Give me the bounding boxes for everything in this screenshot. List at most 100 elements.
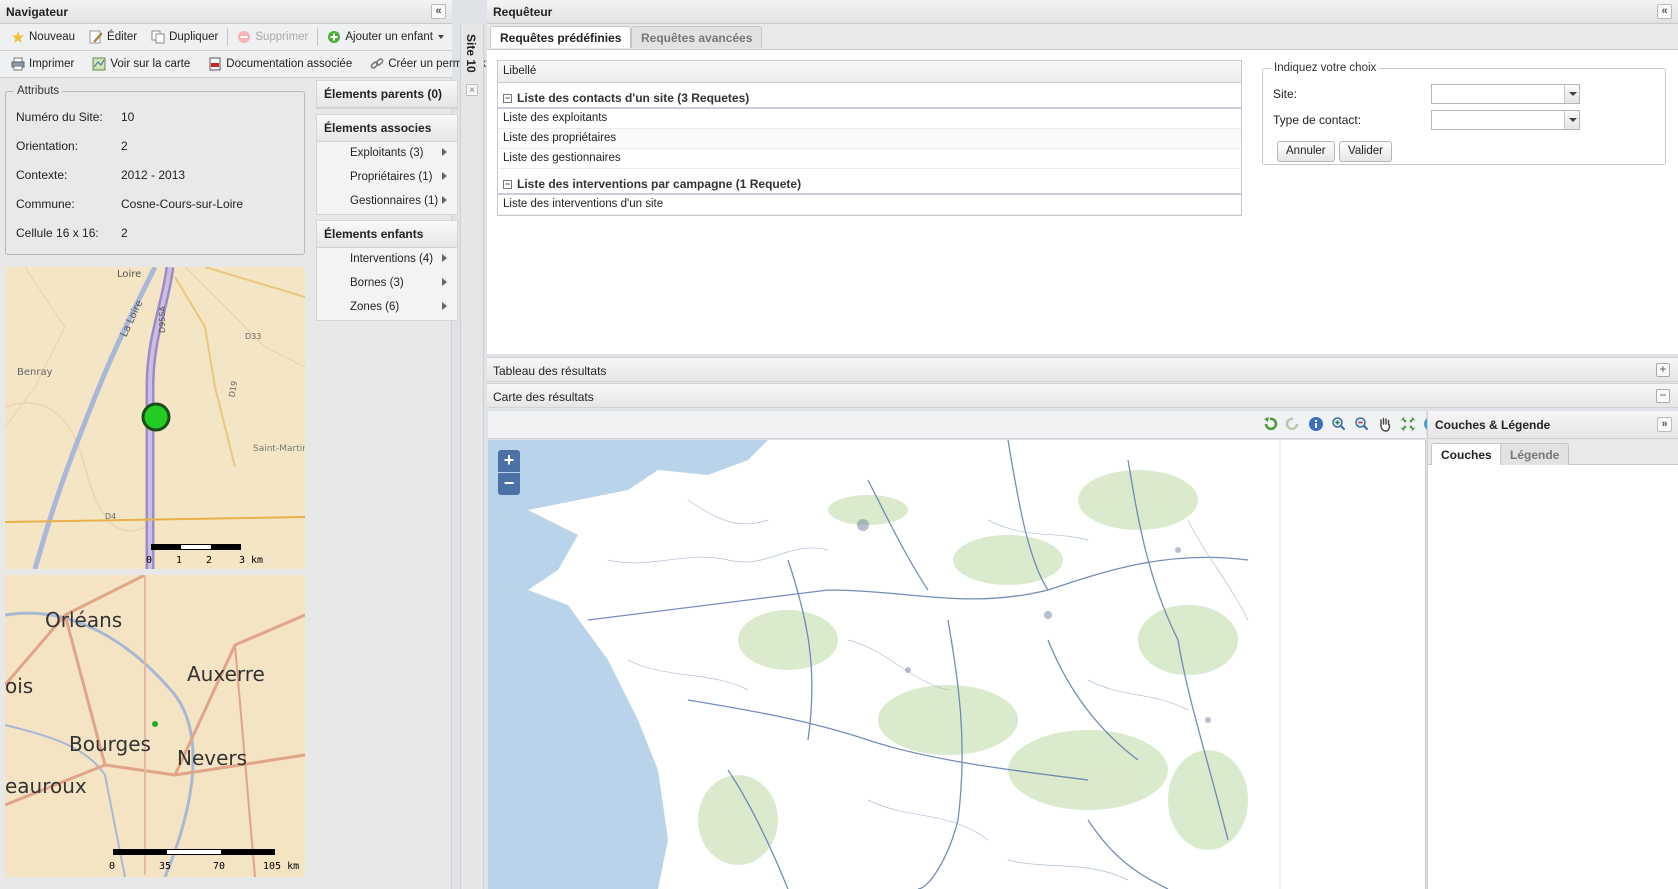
chevron-down-icon[interactable] <box>1564 111 1579 129</box>
children-group: Élements enfants Interventions (4) Borne… <box>316 220 458 321</box>
site-vertical-tab[interactable]: Site 10 <box>464 34 478 73</box>
city-label: eauroux <box>5 774 87 798</box>
attributes-legend: Attributs <box>17 85 60 97</box>
new-button[interactable]: Nouveau <box>4 26 82 48</box>
parents-header[interactable]: Élements parents (0) <box>317 81 457 108</box>
attr-value-context: 2012 - 2013 <box>121 168 186 182</box>
cancel-button[interactable]: Annuler <box>1277 141 1335 162</box>
children-item-zones[interactable]: Zones (6) <box>317 296 457 320</box>
redo-icon[interactable] <box>1285 416 1301 432</box>
queries-grid: Libellé − Liste des contacts d'un site (… <box>497 60 1242 216</box>
collapse-minus-icon[interactable]: − <box>503 179 512 189</box>
site-marker-icon[interactable] <box>141 402 171 432</box>
map-label: D955A <box>158 306 167 333</box>
results-map-title: Carte des résultats <box>493 390 594 404</box>
query-row-interventions[interactable]: Liste des interventions d'un site <box>498 195 1241 215</box>
associated-header[interactable]: Élements associes <box>317 115 457 142</box>
requeteur-collapse-button[interactable]: « <box>1657 4 1672 19</box>
map-zoom-out-button[interactable]: − <box>498 473 520 495</box>
attr-value-site-number: 10 <box>121 110 135 124</box>
chevron-right-icon <box>442 148 447 156</box>
layers-panel: Couches & Légende » Couches Légende <box>1427 411 1678 889</box>
tab-predefined-queries[interactable]: Requêtes prédéfinies <box>490 26 632 48</box>
query-row-exploitants[interactable]: Liste des exploitants <box>498 109 1241 129</box>
expand-plus-icon[interactable]: + <box>1656 363 1670 377</box>
duplicate-button[interactable]: Dupliquer <box>144 26 225 48</box>
group-contacts[interactable]: − Liste des contacts d'un site (3 Requet… <box>498 83 1241 109</box>
documentation-button[interactable]: Documentation associée <box>201 53 359 75</box>
results-table-panel[interactable]: Tableau des résultats + <box>487 357 1678 382</box>
attr-label-context: Contexte: <box>16 168 68 182</box>
france-map-graphic <box>488 440 1425 889</box>
undo-icon[interactable] <box>1262 416 1278 432</box>
associated-group: Élements associes Exploitants (3) Propri… <box>316 114 458 215</box>
chevron-down-icon[interactable] <box>1564 85 1579 103</box>
map-zoom-in-button[interactable]: + <box>498 450 520 472</box>
requeteur-header: Requêteur « <box>487 0 1678 24</box>
map-icon <box>92 57 106 71</box>
navigator-title: Navigateur <box>6 5 69 19</box>
scale-label: 3 km <box>239 555 263 566</box>
children-item-bornes[interactable]: Bornes (3) <box>317 272 457 296</box>
city-label: Bourges <box>69 732 151 756</box>
site-position-icon <box>152 721 158 727</box>
collapse-minus-icon[interactable]: − <box>1656 389 1670 403</box>
children-item-interventions[interactable]: Interventions (4) <box>317 248 457 272</box>
query-row-proprietaires[interactable]: Liste des propriétaires <box>498 129 1241 149</box>
full-extent-icon[interactable] <box>1400 416 1416 432</box>
site-locator-map[interactable]: Loire La Loire Benray Saint-Martin-sur-N… <box>5 267 305 569</box>
associated-item-gestionnaires[interactable]: Gestionnaires (1) <box>317 190 457 214</box>
layers-collapse-button[interactable]: » <box>1657 417 1672 432</box>
close-icon[interactable]: × <box>466 84 478 96</box>
results-map-panel[interactable]: Carte des résultats − <box>487 383 1678 408</box>
navigator-toolbar-2: Imprimer Voir sur la carte Documentation… <box>0 51 486 78</box>
contact-type-select[interactable] <box>1431 110 1580 130</box>
chevron-right-icon <box>442 302 447 310</box>
add-child-button[interactable]: Ajouter un enfant <box>320 26 452 48</box>
vertical-tab-strip: Site 10 × <box>460 24 484 889</box>
info-icon[interactable] <box>1308 416 1324 432</box>
map-label: D33 <box>245 332 261 341</box>
city-label: ois <box>5 674 33 698</box>
results-map[interactable]: + − <box>488 440 1426 889</box>
map-toolbar <box>488 411 1438 439</box>
zoom-in-icon[interactable] <box>1331 416 1347 432</box>
tab-layers[interactable]: Couches <box>1431 443 1502 465</box>
layers-title: Couches & Légende <box>1435 418 1551 432</box>
grid-column-header[interactable]: Libellé <box>498 61 1241 83</box>
edit-button[interactable]: Éditer <box>82 26 144 48</box>
group-interventions[interactable]: − Liste des interventions par campagne (… <box>498 169 1241 195</box>
navigator-toolbar-1: Nouveau Éditer Dupliquer Supprimer Ajout… <box>0 24 452 51</box>
chevron-right-icon <box>442 172 447 180</box>
region-overview-map[interactable]: Orléans Auxerre ois Bourges Nevers eauro… <box>5 575 305 877</box>
pan-hand-icon[interactable] <box>1377 416 1393 432</box>
children-header[interactable]: Élements enfants <box>317 221 457 248</box>
delete-button[interactable]: Supprimer <box>230 26 315 48</box>
toolbar-separator <box>227 28 229 46</box>
scale-label: 2 <box>206 555 212 566</box>
site-select[interactable] <box>1431 84 1580 104</box>
layers-tabbar: Couches Légende <box>1428 439 1678 465</box>
chevron-right-icon <box>442 254 447 262</box>
navigator-collapse-button[interactable]: « <box>431 4 446 19</box>
tab-advanced-queries[interactable]: Requêtes avancées <box>631 26 763 48</box>
collapse-minus-icon[interactable]: − <box>503 93 512 103</box>
associated-item-exploitants[interactable]: Exploitants (3) <box>317 142 457 166</box>
zoom-out-icon[interactable] <box>1354 416 1370 432</box>
print-button[interactable]: Imprimer <box>4 53 81 75</box>
parents-group: Élements parents (0) <box>316 80 458 109</box>
attr-value-orientation: 2 <box>121 139 128 153</box>
delete-icon <box>238 31 251 43</box>
query-row-gestionnaires[interactable]: Liste des gestionnaires <box>498 149 1241 169</box>
link-icon <box>370 58 384 69</box>
query-params-fieldset: Indiquez votre choix Site: Type de conta… <box>1262 62 1666 165</box>
pdf-document-icon <box>209 57 221 71</box>
chevron-right-icon <box>442 278 447 286</box>
submit-button[interactable]: Valider <box>1339 141 1392 162</box>
attr-label-orientation: Orientation: <box>16 139 79 153</box>
view-on-map-button[interactable]: Voir sur la carte <box>85 53 197 75</box>
copy-icon <box>151 30 165 44</box>
layers-header: Couches & Légende » <box>1428 411 1678 439</box>
associated-item-proprietaires[interactable]: Propriétaires (1) <box>317 166 457 190</box>
tab-legend[interactable]: Légende <box>1500 443 1570 465</box>
